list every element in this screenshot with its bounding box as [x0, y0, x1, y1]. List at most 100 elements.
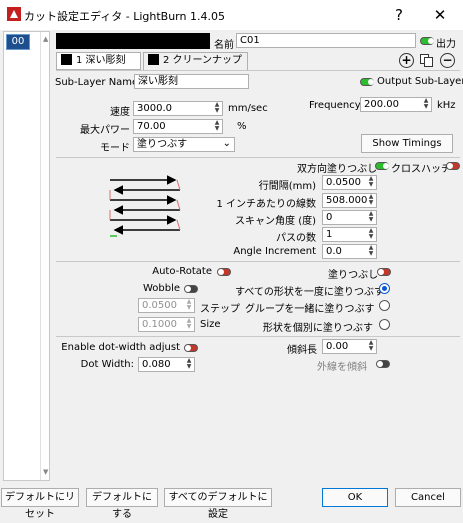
wobble-step-value: 0.0500 [142, 300, 177, 311]
dot-width-adjust-toggle[interactable] [184, 344, 198, 352]
fill-individually-label: 形状を個別に塗りつぶす [262, 323, 373, 334]
frequency-label: Frequency [309, 100, 361, 111]
max-power-input[interactable]: 70.00 ▲ ▼ [133, 119, 223, 134]
ramp-outer-toggle[interactable] [376, 360, 390, 368]
wobble-label: Wobble [142, 283, 180, 294]
cancel-button[interactable]: Cancel [395, 488, 461, 507]
name-label: 名前 [214, 40, 234, 51]
lines-per-inch-value: 508.000 [326, 195, 368, 206]
section-divider [56, 336, 460, 337]
ramp-length-label: 傾斜長 [287, 345, 317, 356]
spin-arrows-icon[interactable]: ▲ ▼ [367, 228, 375, 241]
spin-arrows-icon[interactable]: ▲ ▼ [185, 318, 193, 331]
scan-angle-value: 0 [326, 212, 333, 223]
frequency-unit: kHz [437, 100, 456, 111]
angle-increment-input[interactable]: 0.0 ▲ ▼ [322, 244, 377, 259]
dot-width-input[interactable]: 0.080 ▲ ▼ [138, 357, 195, 372]
layer-list[interactable]: 00 ▲ ▼ [3, 31, 50, 481]
tab-color-swatch [148, 54, 159, 65]
close-button[interactable]: ✕ [417, 0, 463, 30]
spin-arrows-icon[interactable]: ▲ ▼ [185, 299, 193, 312]
layer-list-item[interactable]: 00 [6, 34, 30, 50]
tab-color-swatch [61, 54, 72, 65]
tab-cleanup[interactable]: 2 クリーンナップ [143, 52, 248, 70]
scroll-up-icon[interactable]: ▲ [43, 35, 48, 43]
line-interval-input[interactable]: 0.0500 ▲ ▼ [322, 175, 377, 190]
ok-button[interactable]: OK [322, 488, 388, 507]
wobble-step-input[interactable]: 0.0500 ▲ ▼ [138, 298, 195, 313]
spin-arrows-icon[interactable]: ▲ ▼ [213, 102, 221, 115]
line-interval-value: 0.0500 [326, 177, 361, 188]
tab-label: 2 クリーンナップ [163, 55, 243, 66]
angle-increment-label: Angle Increment [233, 246, 316, 257]
ramp-length-input[interactable]: 0.00 ▲ ▼ [322, 339, 377, 354]
mode-select[interactable]: 塗りつぶす ⌄ [133, 137, 235, 152]
layer-list-scrollbar[interactable] [40, 32, 50, 480]
wobble-size-input[interactable]: 0.1000 ▲ ▼ [138, 317, 195, 332]
auto-rotate-label: Auto-Rotate [152, 266, 212, 277]
bidirectional-label: 双方向塗りつぶし [297, 164, 378, 175]
spin-arrows-icon[interactable]: ▲ ▼ [185, 358, 193, 371]
fill-all-at-once-label: すべての形状を一度に塗りつぶす [235, 287, 384, 298]
spin-arrows-icon[interactable]: ▲ ▼ [367, 211, 375, 224]
mode-value: 塗りつぶす [137, 139, 188, 150]
speed-label: 速度 [110, 107, 130, 118]
output-toggle[interactable] [420, 37, 434, 45]
spin-arrows-icon[interactable]: ▲ ▼ [367, 245, 375, 258]
scan-angle-input[interactable]: 0 ▲ ▼ [322, 210, 377, 225]
tab-deep-engrave[interactable]: 1 深い彫刻 [56, 52, 141, 70]
spin-arrows-icon[interactable]: ▲ ▼ [367, 340, 375, 353]
tab-divider [56, 70, 460, 71]
crosshatch-label: クロスハッチ [391, 164, 451, 175]
fill-groups-label: グループを一緒に塗りつぶす [245, 304, 375, 315]
spin-arrows-icon[interactable]: ▲ ▼ [367, 194, 375, 207]
wobble-size-value: 0.1000 [142, 319, 177, 330]
max-power-value: 70.00 [137, 121, 166, 132]
scroll-down-icon[interactable]: ▼ [43, 468, 48, 476]
angle-increment-value: 0.0 [326, 246, 342, 257]
fill-individually-radio[interactable] [379, 319, 390, 330]
section-divider [56, 157, 460, 158]
bidirectional-toggle[interactable] [375, 162, 389, 170]
auto-rotate-toggle[interactable] [217, 268, 231, 276]
crosshatch-toggle[interactable] [446, 162, 460, 170]
speed-value: 3000.0 [137, 103, 172, 114]
pass-count-input[interactable]: 1 ▲ ▼ [322, 227, 377, 242]
output-sublayer-toggle[interactable] [360, 78, 374, 86]
fill-all-at-once-radio[interactable] [379, 283, 390, 294]
lines-per-inch-label: 1 インチあたりの線数 [216, 199, 316, 210]
chevron-down-icon: ⌄ [222, 138, 231, 149]
spin-arrows-icon[interactable]: ▲ ▼ [422, 98, 430, 111]
sublayer-name-input[interactable]: 深い彫刻 [134, 74, 249, 89]
scan-angle-label: スキャン角度 (度) [235, 216, 316, 227]
dot-width-adjust-label: Enable dot-width adjust [61, 342, 180, 353]
remove-sublayer-icon[interactable]: − [440, 53, 455, 68]
layer-color-swatch[interactable] [56, 33, 210, 49]
lightburn-logo-icon [7, 7, 21, 21]
frequency-input[interactable]: 200.00 ▲ ▼ [360, 97, 432, 112]
reset-to-default-button[interactable]: デフォルトにリセット [1, 488, 79, 520]
lines-per-inch-input[interactable]: 508.000 ▲ ▼ [322, 193, 377, 208]
speed-input[interactable]: 3000.0 ▲ ▼ [133, 101, 223, 116]
wobble-step-label: ステップ [200, 304, 240, 315]
show-timings-button[interactable]: Show Timings [361, 134, 453, 153]
frequency-value: 200.00 [364, 99, 399, 110]
fill-groups-radio[interactable] [379, 300, 390, 311]
power-unit: % [237, 121, 247, 132]
max-power-label: 最大パワー [80, 125, 130, 136]
spin-arrows-icon[interactable]: ▲ ▼ [213, 120, 221, 133]
ramp-length-value: 0.00 [326, 341, 349, 352]
layer-name-input[interactable]: C01 [236, 33, 416, 48]
add-sublayer-icon[interactable]: + [399, 53, 414, 68]
copy-sublayer-icon[interactable] [419, 53, 434, 68]
speed-unit: mm/sec [228, 103, 268, 114]
wobble-toggle[interactable] [184, 285, 198, 293]
set-all-default-button[interactable]: すべてのデフォルトに設定 [164, 488, 272, 520]
fill-toggle[interactable] [377, 268, 391, 276]
dot-width-value: 0.080 [142, 359, 171, 370]
make-default-button[interactable]: デフォルトにする [86, 488, 158, 520]
help-button[interactable]: ? [376, 0, 422, 30]
scan-preview-graphic [109, 175, 181, 237]
sublayer-name-label: Sub-Layer Name [55, 77, 139, 88]
spin-arrows-icon[interactable]: ▲ ▼ [367, 176, 375, 189]
